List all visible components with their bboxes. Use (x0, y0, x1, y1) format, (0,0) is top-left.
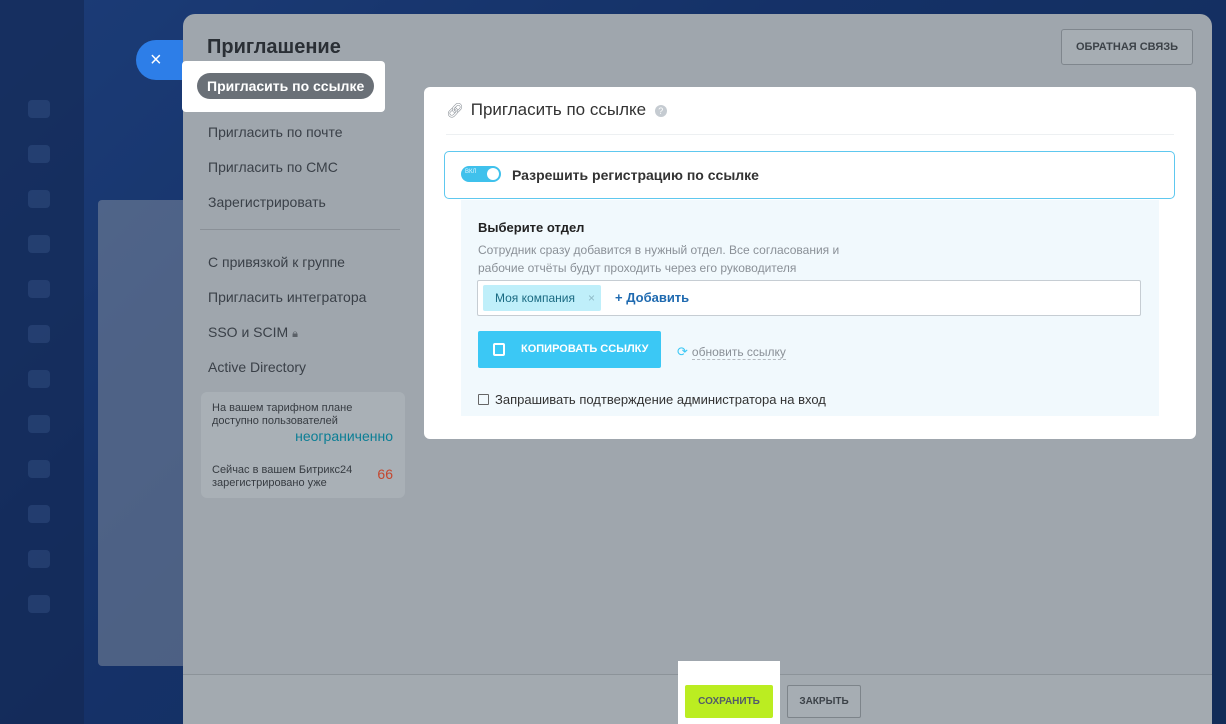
add-department-link[interactable]: + Добавить (615, 290, 689, 305)
invite-nav: Пригласить по почте Пригласить по СМС За… (200, 122, 408, 392)
active-tab-highlight: Пригласить по ссылке (182, 61, 385, 112)
nav-item-group[interactable]: С привязкой к группе (208, 252, 408, 287)
nav-item-sso-label: SSO и SCIM (208, 324, 289, 340)
link-icon: 🔗︎ (446, 102, 464, 118)
nav-item-invite-link[interactable]: Пригласить по ссылке (197, 73, 375, 99)
toggle-state-text: ВКЛ (465, 169, 477, 175)
feedback-button[interactable]: ОБРАТНАЯ СВЯЗЬ (1061, 29, 1193, 65)
chip-remove-icon[interactable]: × (588, 285, 595, 311)
toggle-knob (487, 168, 499, 180)
nav-item-invite-sms[interactable]: Пригласить по СМС (208, 157, 408, 192)
invite-link-card: 🔗︎ Пригласить по ссылке ? ВКЛ Разрешить … (424, 87, 1196, 439)
department-selector[interactable]: Моя компания × + Добавить (477, 280, 1141, 316)
department-description: Сотрудник сразу добавится в нужный отдел… (478, 243, 840, 275)
close-button[interactable]: ЗАКРЫТЬ (787, 685, 861, 718)
department-chip-label: Моя компания (495, 291, 575, 305)
page-title: Приглашение (207, 36, 341, 58)
nav-item-sso[interactable]: SSO и SCIM 🔒︎ (208, 322, 408, 357)
registered-count: 66 (377, 466, 393, 482)
close-icon: × (150, 49, 162, 71)
card-header: 🔗︎ Пригласить по ссылке ? (446, 99, 1174, 135)
nav-item-invite-email[interactable]: Пригласить по почте (208, 122, 408, 157)
admin-confirm-row: Запрашивать подтверждение администратора… (478, 392, 826, 407)
registered-info-text: Сейчас в вашем Битрикс24 зарегистрирован… (212, 464, 353, 489)
registration-toggle-label: Разрешить регистрацию по ссылке (512, 167, 759, 183)
plan-info-value: неограниченно (295, 428, 393, 444)
copy-icon (493, 343, 505, 356)
department-chip[interactable]: Моя компания × (483, 285, 601, 311)
save-button[interactable]: СОХРАНИТЬ (685, 685, 773, 718)
nav-divider (200, 229, 400, 230)
plan-info-box: На вашем тарифном плане доступно пользов… (201, 392, 405, 498)
admin-confirm-label: Запрашивать подтверждение администратора… (495, 392, 826, 407)
copy-link-button[interactable]: КОПИРОВАТЬ ССЫЛКУ (478, 331, 661, 368)
nav-item-active-directory[interactable]: Active Directory (208, 357, 408, 392)
lock-icon: 🔒︎ (292, 328, 299, 340)
department-section: Выберите отдел Сотрудник сразу добавится… (461, 200, 1159, 416)
department-title: Выберите отдел (478, 220, 585, 235)
help-icon[interactable]: ? (654, 104, 667, 117)
nav-item-register[interactable]: Зарегистрировать (208, 192, 408, 227)
registration-toggle-box: ВКЛ Разрешить регистрацию по ссылке (444, 151, 1175, 199)
plan-info-text: На вашем тарифном плане доступно пользов… (212, 402, 353, 427)
refresh-link[interactable]: ⟳ обновить ссылку (677, 344, 786, 360)
nav-item-integrator[interactable]: Пригласить интегратора (208, 287, 408, 322)
footer-bar: СОХРАНИТЬ ЗАКРЫТЬ (183, 661, 1212, 724)
registration-toggle[interactable]: ВКЛ (461, 166, 501, 182)
admin-confirm-checkbox[interactable] (478, 394, 489, 405)
card-title: Пригласить по ссылке (470, 100, 647, 119)
copy-link-label: КОПИРОВАТЬ ССЫЛКУ (521, 343, 649, 355)
refresh-icon: ⟳ (677, 344, 688, 359)
refresh-link-label: обновить ссылку (691, 345, 786, 360)
